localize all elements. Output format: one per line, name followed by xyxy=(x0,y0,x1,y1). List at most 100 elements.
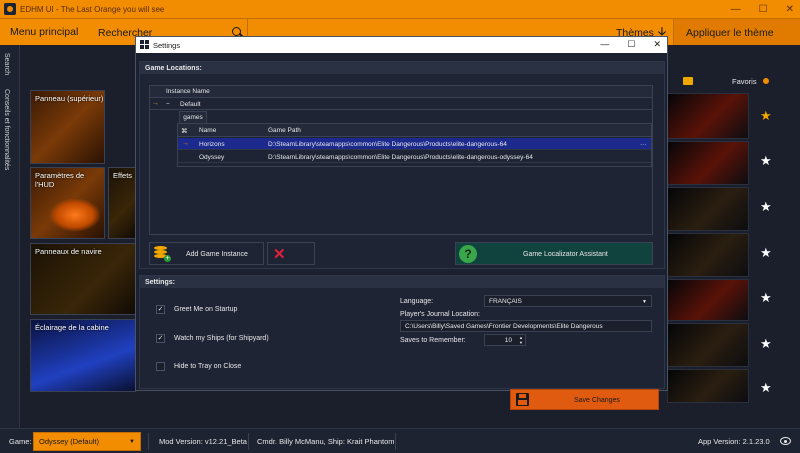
elite-emblem-icon xyxy=(49,198,101,232)
apply-theme-label: Appliquer le thème xyxy=(686,26,774,39)
window-title: EDHM UI - The Last Orange you will see xyxy=(20,4,165,14)
minimize-button[interactable]: — xyxy=(731,4,741,15)
save-changes-button[interactable]: Save Changes xyxy=(510,389,659,410)
favorite-star-icon[interactable]: ★ xyxy=(760,108,772,124)
language-label: Language: xyxy=(400,298,434,305)
game-select[interactable]: Odyssey (Default) ▼ xyxy=(33,432,141,451)
divider xyxy=(395,433,396,450)
database-add-icon: + xyxy=(154,246,171,262)
favorites-header: Favoris xyxy=(665,74,785,89)
instance-name: Default xyxy=(180,101,201,108)
favorite-star-icon[interactable]: ★ xyxy=(760,153,772,169)
theme-thumbnail[interactable] xyxy=(667,369,749,403)
favorite-star-icon[interactable]: ★ xyxy=(760,199,772,215)
tile-cabin-lighting[interactable]: Éclairage de la cabine xyxy=(30,319,136,392)
tile-ship-panels[interactable]: Panneaux de navire xyxy=(30,243,136,315)
eye-icon[interactable] xyxy=(780,437,791,445)
tile-hud-settings[interactable]: Paramètres de l'HUD xyxy=(30,167,105,239)
side-tabs: Search Conseils et fonctionnalités xyxy=(0,45,20,428)
favorites-toggle[interactable] xyxy=(763,78,769,84)
dialog-close-button[interactable]: ✕ xyxy=(653,39,661,50)
watch-ships-checkbox[interactable]: ✓ xyxy=(156,334,165,343)
grid-header: Instance Name xyxy=(150,86,652,98)
divider xyxy=(248,433,249,450)
games-grid-header: ⌘ Name Game Path xyxy=(178,124,651,137)
watch-ships-label: Watch my Ships (for Shipyard) xyxy=(174,335,269,342)
delete-x-icon: ✕ xyxy=(273,246,286,263)
journal-location-label: Player's Journal Location: xyxy=(400,311,480,318)
theme-thumbnail[interactable] xyxy=(667,323,749,367)
language-value: FRANÇAIS xyxy=(489,297,522,305)
row-indicator-icon: → xyxy=(152,100,159,107)
instance-row-default[interactable]: → − Default xyxy=(150,99,652,110)
dialog-title: Settings xyxy=(153,41,181,50)
divider xyxy=(148,433,149,450)
collapse-icon[interactable]: − xyxy=(166,101,170,108)
favorites-folder-icon xyxy=(683,77,693,85)
favorite-star-icon[interactable]: ★ xyxy=(760,336,772,352)
add-game-instance-button[interactable]: + Add Game Instance xyxy=(149,242,264,265)
journal-location-field[interactable]: C:\Users\Billy\Saved Games\Frontier Deve… xyxy=(400,320,652,332)
theme-thumbnail[interactable] xyxy=(667,187,749,231)
theme-thumbnail[interactable] xyxy=(667,233,749,277)
game-row-odyssey[interactable]: Odyssey D:\SteamLibrary\steamapps\common… xyxy=(178,151,651,163)
status-bar: Game: Odyssey (Default) ▼ Mod Version: v… xyxy=(0,428,800,453)
game-instances-grid: Instance Name → − Default games ⌘ Name G… xyxy=(149,85,653,235)
theme-thumbnail[interactable] xyxy=(667,93,749,139)
tile-label: Éclairage de la cabine xyxy=(35,323,109,332)
game-locations-header: Game Locations: xyxy=(140,62,664,74)
commander-info: Cmdr. Billy McManu, Ship: Krait Phantom xyxy=(257,437,395,446)
greet-me-label: Greet Me on Startup xyxy=(174,306,238,313)
hide-tray-label: Hide to Tray on Close xyxy=(174,363,242,370)
game-row-horizons[interactable]: → Horizons D:\SteamLibrary\steamapps\com… xyxy=(178,138,651,150)
maximize-button[interactable]: ☐ xyxy=(759,4,768,15)
tab-games[interactable]: games xyxy=(179,111,207,123)
game-localizator-button[interactable]: ? Game Localizator Assistant xyxy=(455,242,653,265)
tile-effects[interactable]: Effets xyxy=(108,167,136,239)
help-question-icon: ? xyxy=(459,245,477,263)
app-version: App Version: 2.1.23.0 xyxy=(698,437,770,446)
column-chooser-icon[interactable]: ⌘ xyxy=(181,127,188,135)
dialog-title-bar: Settings — ☐ ✕ xyxy=(136,37,667,53)
close-button[interactable]: ✕ xyxy=(786,4,794,15)
save-disk-icon xyxy=(516,393,529,406)
games-grid: ⌘ Name Game Path → Horizons D:\SteamLibr… xyxy=(177,123,652,167)
app-icon xyxy=(4,3,16,15)
tile-upper-panel[interactable]: Panneau (supérieur) xyxy=(30,90,105,164)
greet-me-checkbox[interactable]: ✓ xyxy=(156,305,165,314)
favorites-label: Favoris xyxy=(732,77,757,86)
add-game-instance-label: Add Game Instance xyxy=(186,251,248,258)
tile-label: Panneau (supérieur) xyxy=(35,94,104,103)
tab-search[interactable]: Search xyxy=(3,53,10,75)
favorite-star-icon[interactable]: ★ xyxy=(760,245,772,261)
favorite-star-icon[interactable]: ★ xyxy=(760,380,772,396)
settings-dialog: Settings — ☐ ✕ Game Locations: Instance … xyxy=(135,36,668,391)
row-indicator-icon: → xyxy=(182,140,189,147)
column-game-path: Game Path xyxy=(268,127,301,134)
favorite-star-icon[interactable]: ★ xyxy=(760,290,772,306)
tile-label: Panneaux de navire xyxy=(35,247,102,256)
main-menu-button[interactable]: Menu principal xyxy=(0,19,88,46)
browse-ellipsis-button[interactable]: ··· xyxy=(640,141,647,148)
theme-thumbnail[interactable] xyxy=(667,279,749,321)
journal-location-value: C:\Users\Billy\Saved Games\Frontier Deve… xyxy=(405,322,603,330)
language-select[interactable]: FRANÇAIS ▼ xyxy=(484,295,652,307)
saves-to-remember-label: Saves to Remember: xyxy=(400,337,466,344)
spinner-arrows-icon[interactable]: ▲ ▼ xyxy=(519,335,523,345)
game-path: D:\SteamLibrary\steamapps\common\Elite D… xyxy=(268,154,533,161)
dialog-minimize-button[interactable]: — xyxy=(600,39,609,50)
theme-thumbnail[interactable] xyxy=(667,141,749,185)
apply-theme-button[interactable]: Appliquer le thème xyxy=(673,19,800,46)
search-icon[interactable] xyxy=(232,27,241,36)
remove-instance-button[interactable]: ✕ xyxy=(267,242,315,265)
save-changes-label: Save Changes xyxy=(574,397,620,404)
tile-label: Effets xyxy=(113,171,133,180)
dialog-maximize-button[interactable]: ☐ xyxy=(627,39,635,50)
settings-section: Settings: xyxy=(139,275,665,389)
game-label: Game: xyxy=(9,437,32,446)
saves-to-remember-stepper[interactable]: 10 ▲ ▼ xyxy=(484,334,526,346)
game-select-value: Odyssey (Default) xyxy=(39,437,100,446)
game-name: Horizons xyxy=(199,141,225,148)
tab-tips-features[interactable]: Conseils et fonctionnalités xyxy=(3,89,10,170)
hide-tray-checkbox[interactable] xyxy=(156,362,165,371)
